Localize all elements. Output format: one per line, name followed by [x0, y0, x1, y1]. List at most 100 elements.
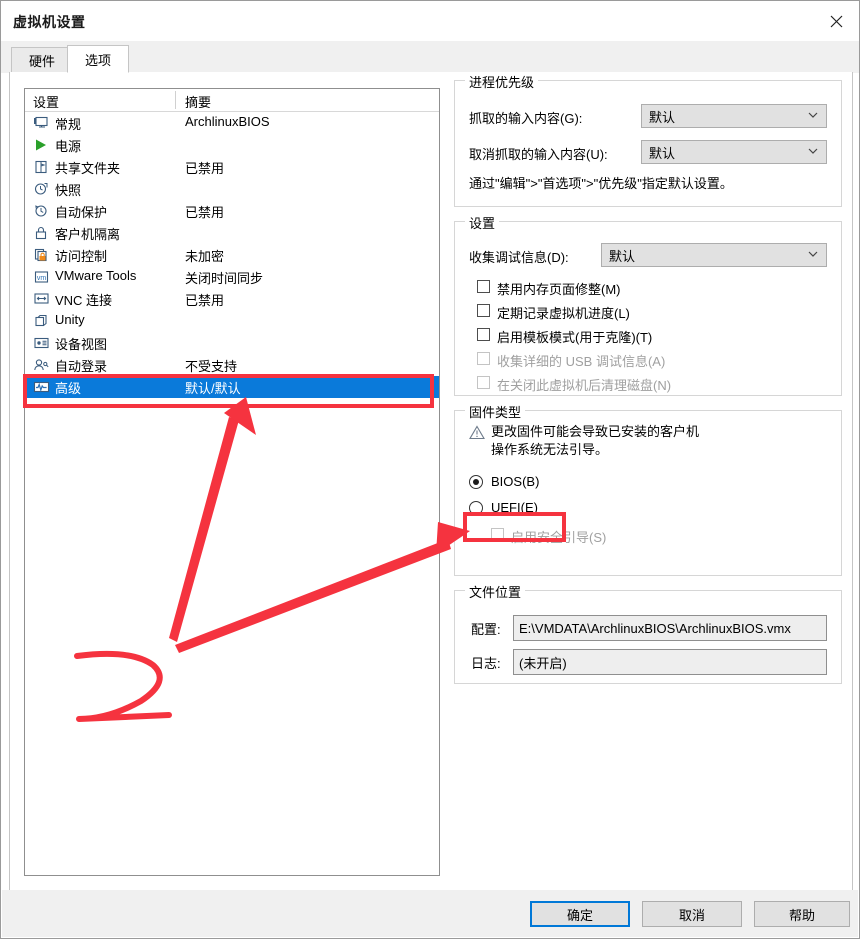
chevron-down-icon [808, 112, 818, 118]
list-item-summary: 不受支持 [185, 359, 238, 374]
list-item-power[interactable]: 电源 [25, 134, 439, 156]
column-header-summary: 摘要 [185, 95, 212, 110]
checkbox-label: 在关闭此虚拟机后清理磁盘(N) [497, 378, 672, 393]
checkbox-template-mode[interactable] [477, 328, 490, 341]
header-divider [175, 91, 176, 109]
firmware-warning-line2: 操作系统无法引导。 [491, 442, 609, 457]
debug-info-value: 默认 [609, 248, 636, 264]
checkbox-secure-boot-label: 启用安全引导(S) [511, 530, 607, 545]
tab-hardware[interactable]: 硬件 [11, 47, 73, 73]
process-priority-group: 进程优先级 抓取的输入内容(G): 默认 取消抓取的输入内容(U): 默认 通过… [454, 72, 842, 207]
list-item-label: VNC 连接 [55, 293, 113, 308]
options-right-column: 进程优先级 抓取的输入内容(G): 默认 取消抓取的输入内容(U): 默认 通过… [454, 72, 842, 698]
list-item-label: 自动登录 [55, 359, 108, 374]
list-item-summary: 已禁用 [185, 293, 225, 308]
advanced-icon [33, 379, 50, 395]
list-item-summary: 默认/默认 [185, 381, 241, 396]
list-item-device-view[interactable]: 设备视图 [25, 332, 439, 354]
ungrab-input-label: 取消抓取的输入内容(U): [469, 147, 608, 162]
file-location-legend: 文件位置 [465, 582, 526, 601]
list-item-summary: 未加密 [185, 249, 225, 264]
list-item-label: 电源 [55, 139, 82, 154]
list-item-vmware-tools[interactable]: vm VMware Tools 关闭时间同步 [25, 266, 439, 288]
settings-list[interactable]: 设置 摘要 常规 ArchlinuxBIOS 电源 共享文件夹 已禁用 快照 自… [24, 88, 440, 876]
checkbox-secure-boot: 启用安全引导(S) [491, 524, 751, 548]
list-item-label: 共享文件夹 [55, 161, 121, 176]
tab-strip: 硬件 选项 [1, 41, 859, 73]
window-title: 虚拟机设置 [13, 14, 86, 30]
radio-uefi-indicator [469, 501, 483, 515]
dialog-footer: 确定 取消 帮助 [2, 890, 858, 937]
list-header: 设置 摘要 [25, 89, 439, 112]
ungrab-input-value: 默认 [649, 145, 676, 161]
help-button[interactable]: 帮助 [754, 901, 850, 927]
checkbox-label: 禁用内存页面修整(M) [497, 282, 621, 297]
process-priority-legend: 进程优先级 [465, 72, 539, 91]
tab-options[interactable]: 选项 [67, 45, 129, 73]
list-item-vnc[interactable]: VNC 连接 已禁用 [25, 288, 439, 310]
debug-info-dropdown[interactable]: 默认 [601, 243, 827, 267]
checkbox-clean-disk [477, 376, 490, 389]
firmware-type-group: 固件类型 更改固件可能会导致已安装的客户机 操作系统无法引导。 BIOS(B) … [454, 402, 842, 576]
warning-triangle-icon [469, 425, 485, 440]
column-header-setting: 设置 [33, 95, 60, 110]
chevron-down-icon [808, 148, 818, 154]
cancel-button[interactable]: 取消 [642, 901, 742, 927]
list-item-advanced[interactable]: 高级 默认/默认 [25, 376, 439, 398]
checkbox-disable-memory-trim[interactable] [477, 280, 490, 293]
chevron-down-icon [808, 251, 818, 257]
list-item-label: 常规 [55, 117, 82, 132]
radio-bios-indicator [469, 475, 483, 489]
list-item-summary: 关闭时间同步 [185, 271, 264, 286]
radio-bios[interactable]: BIOS(B) [469, 472, 669, 496]
list-item-label: VMware Tools [55, 268, 137, 283]
snapshot-icon [33, 181, 50, 197]
list-item-general[interactable]: 常规 ArchlinuxBIOS [25, 112, 439, 134]
ungrab-input-dropdown[interactable]: 默认 [641, 140, 827, 164]
list-item-label: Unity [55, 312, 85, 327]
list-item-guest-isolation[interactable]: 客户机隔离 [25, 222, 439, 244]
list-item-summary: ArchlinuxBIOS [185, 114, 270, 129]
checkbox-label: 定期记录虚拟机进度(L) [497, 306, 630, 321]
list-item-shared-folders[interactable]: 共享文件夹 已禁用 [25, 156, 439, 178]
power-play-icon [33, 137, 50, 153]
close-icon[interactable] [813, 1, 859, 41]
config-label: 配置: [471, 622, 501, 637]
log-path-field[interactable]: (未开启) [513, 649, 827, 675]
config-path-field[interactable]: E:\VMDATA\ArchlinuxBIOS\ArchlinuxBIOS.vm… [513, 615, 827, 641]
list-item-autoprotect[interactable]: 自动保护 已禁用 [25, 200, 439, 222]
radio-bios-label: BIOS(B) [491, 474, 540, 489]
list-item-unity[interactable]: Unity [25, 310, 439, 332]
list-item-autologin[interactable]: 自动登录 不受支持 [25, 354, 439, 376]
list-item-summary: 已禁用 [185, 161, 225, 176]
list-item-summary: 已禁用 [185, 205, 225, 220]
title-bar: 虚拟机设置 [1, 1, 859, 41]
checkbox-log-progress[interactable] [477, 304, 490, 317]
vnc-icon [33, 291, 50, 307]
file-location-group: 文件位置 配置: E:\VMDATA\ArchlinuxBIOS\Archlin… [454, 582, 842, 684]
list-item-label: 客户机隔离 [55, 227, 121, 242]
vmware-tools-icon: vm [33, 269, 50, 285]
grab-input-label: 抓取的输入内容(G): [469, 111, 583, 126]
settings-group: 设置 收集调试信息(D): 默认 禁用内存页面修整(M) 定期记录虚拟机进度(L… [454, 213, 842, 396]
autologin-icon [33, 357, 50, 373]
svg-text:vm: vm [37, 275, 47, 282]
list-item-label: 高级 [55, 381, 82, 396]
list-item-access-control[interactable]: 访问控制 未加密 [25, 244, 439, 266]
radio-uefi[interactable]: UEFI(E) [469, 498, 669, 522]
firmware-legend: 固件类型 [465, 402, 526, 421]
folder-icon [33, 159, 50, 175]
list-rows: 常规 ArchlinuxBIOS 电源 共享文件夹 已禁用 快照 自动保护 已禁… [25, 112, 439, 398]
options-panel: 设置 摘要 常规 ArchlinuxBIOS 电源 共享文件夹 已禁用 快照 自… [9, 72, 853, 891]
monitor-icon [33, 115, 50, 131]
ok-button[interactable]: 确定 [530, 901, 630, 927]
vm-settings-dialog: 虚拟机设置 硬件 选项 设置 摘要 常规 ArchlinuxBIOS 电源 共享… [0, 0, 860, 939]
list-item-label: 自动保护 [55, 205, 108, 220]
unity-icon [33, 313, 50, 329]
grab-input-dropdown[interactable]: 默认 [641, 104, 827, 128]
checkbox-secure-boot-indicator [491, 528, 504, 541]
list-item-snapshot[interactable]: 快照 [25, 178, 439, 200]
priority-note: 通过"编辑">"首选项">"优先级"指定默认设置。 [469, 176, 733, 191]
deviceview-icon [33, 335, 50, 351]
autoprotect-icon [33, 203, 50, 219]
